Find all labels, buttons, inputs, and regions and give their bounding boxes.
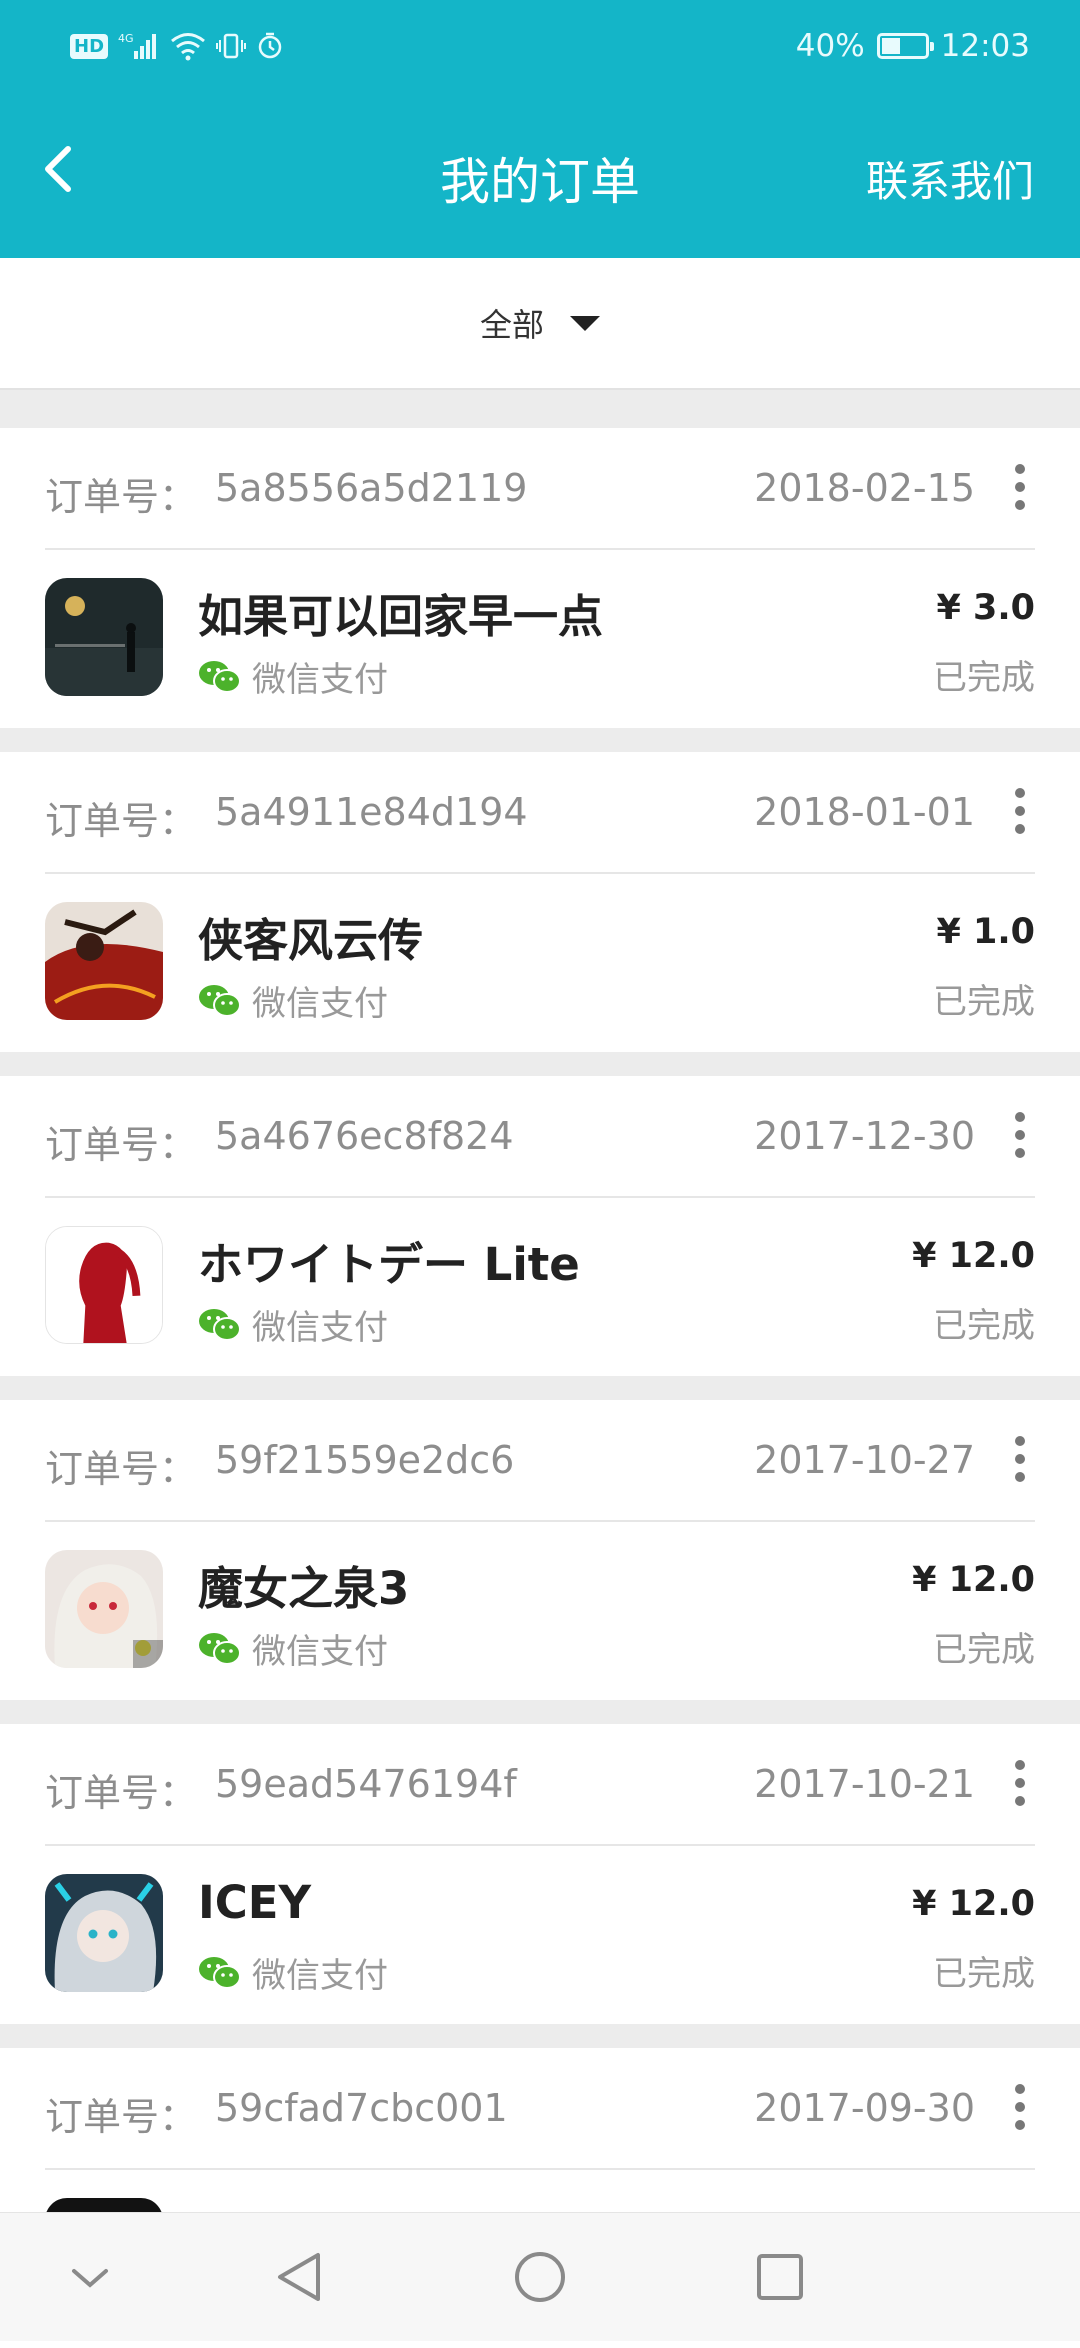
- wechat-pay-icon: [199, 984, 241, 1017]
- payment-method: 微信支付: [198, 976, 388, 1025]
- order-number: 5a8556a5d2119: [215, 466, 528, 510]
- order-header: 订单号： 59f21559e2dc6 2017-10-27: [45, 1400, 1035, 1522]
- more-options-icon[interactable]: [1013, 2084, 1027, 2130]
- order-number-label: 订单号：: [45, 475, 198, 519]
- nav-back-button[interactable]: [260, 2237, 340, 2317]
- payment-method: 微信支付: [198, 1624, 388, 1673]
- payment-label: 微信支付: [252, 1632, 388, 1672]
- order-card[interactable]: 订单号： 5a8556a5d2119 2018-02-15 如果可以回家早一点: [0, 428, 1080, 728]
- order-price: ¥ 1.0: [936, 912, 1035, 952]
- wifi-icon: [171, 33, 205, 61]
- more-options-icon[interactable]: [1013, 1112, 1027, 1158]
- app-icon: [45, 902, 163, 1020]
- order-header: 订单号： 5a4911e84d194 2018-01-01: [45, 752, 1035, 874]
- battery-percent: 40%: [795, 28, 865, 64]
- order-price: ¥ 12.0: [912, 1884, 1035, 1924]
- order-date: 2018-01-01: [754, 790, 975, 834]
- home-circle-icon: [515, 2252, 565, 2302]
- order-price: ¥ 3.0: [936, 588, 1035, 628]
- order-date: 2017-10-21: [754, 1762, 975, 1806]
- order-header: 订单号： 59ead5476194f 2017-10-21: [45, 1724, 1035, 1846]
- more-options-icon[interactable]: [1013, 788, 1027, 834]
- app-name: ICEY: [198, 1876, 312, 1929]
- filter-label: 全部: [479, 306, 544, 344]
- more-options-icon[interactable]: [1013, 1760, 1027, 1806]
- order-price: ¥ 12.0: [912, 1560, 1035, 1600]
- recents-button[interactable]: [740, 2237, 820, 2317]
- wechat-pay-icon: [199, 1632, 241, 1665]
- app-bar: 我的订单 联系我们: [0, 92, 1080, 258]
- order-card[interactable]: 订单号： 5a4911e84d194 2018-01-01 侠客风云传 微信支付: [0, 752, 1080, 1052]
- recents-square-icon: [757, 2254, 803, 2300]
- order-number-label: 订单号：: [45, 1771, 198, 1815]
- alarm-icon: [258, 32, 282, 59]
- payment-method: 微信支付: [198, 1948, 388, 1997]
- payment-label: 微信支付: [252, 984, 388, 1024]
- order-number: 5a4911e84d194: [215, 790, 528, 834]
- payment-label: 微信支付: [252, 1956, 388, 1996]
- order-number: 59f21559e2dc6: [215, 1438, 515, 1482]
- payment-method: 微信支付: [198, 1300, 388, 1349]
- order-card[interactable]: 订单号： 59f21559e2dc6 2017-10-27 魔女之泉3 微信支付…: [0, 1400, 1080, 1700]
- wechat-pay-icon: [199, 660, 241, 693]
- order-number: 59ead5476194f: [215, 1762, 517, 1806]
- vibrate-icon: [216, 33, 247, 59]
- order-number-label: 订单号：: [45, 2095, 198, 2139]
- payment-method: 微信支付: [198, 652, 388, 701]
- more-options-icon[interactable]: [1013, 1436, 1027, 1482]
- app-icon: [45, 1874, 163, 1992]
- order-header: 订单号： 59cfad7cbc001 2017-09-30: [45, 2048, 1035, 2170]
- app-name: 魔女之泉3: [198, 1562, 410, 1615]
- collapse-chevron-icon: [72, 2269, 108, 2288]
- order-number: 59cfad7cbc001: [215, 2086, 508, 2130]
- order-date: 2017-12-30: [754, 1114, 975, 1158]
- order-card[interactable]: 订单号： 5a4676ec8f824 2017-12-30 ホワイトデー Lit…: [0, 1076, 1080, 1376]
- order-status: 已完成: [933, 1954, 1035, 1994]
- wechat-pay-icon: [199, 1956, 241, 1989]
- battery-fill: [881, 38, 901, 54]
- clock: 12:03: [940, 28, 1030, 64]
- battery-icon: [876, 33, 934, 59]
- status-icons-right: 40% 12:03: [796, 26, 1030, 66]
- order-status: 已完成: [933, 1630, 1035, 1670]
- system-navigation-bar: [0, 2212, 1080, 2341]
- app-name: ホワイトデー Lite: [198, 1238, 580, 1291]
- order-price: ¥ 12.0: [912, 1236, 1035, 1276]
- svg-text:4G: 4G: [118, 32, 134, 45]
- order-number: 5a4676ec8f824: [215, 1114, 514, 1158]
- order-number-label: 订单号：: [45, 799, 198, 843]
- wechat-pay-icon: [199, 1308, 241, 1341]
- signal-icon: 4G: [118, 32, 157, 59]
- payment-label: 微信支付: [252, 1308, 388, 1348]
- order-date: 2018-02-15: [754, 466, 975, 510]
- order-number-label: 订单号：: [45, 1447, 198, 1491]
- app-name: 侠客风云传: [198, 914, 424, 967]
- order-status: 已完成: [933, 658, 1035, 698]
- order-status: 已完成: [933, 982, 1035, 1022]
- more-options-icon[interactable]: [1013, 464, 1027, 510]
- order-date: 2017-09-30: [754, 2086, 975, 2130]
- app-icon: [45, 1550, 163, 1668]
- hd-badge: HD: [70, 33, 109, 59]
- dropdown-triangle-icon: [570, 315, 600, 331]
- app-icon: [45, 578, 163, 696]
- payment-label: 微信支付: [252, 660, 388, 700]
- filter-dropdown[interactable]: 全部: [0, 258, 1080, 390]
- status-icons-left: HD 4G: [70, 26, 284, 66]
- collapse-button[interactable]: [50, 2237, 130, 2317]
- order-date: 2017-10-27: [754, 1438, 975, 1482]
- order-card[interactable]: 订单号： 59ead5476194f 2017-10-21 ICEY 微信支付: [0, 1724, 1080, 2024]
- app-name: 如果可以回家早一点: [198, 590, 604, 643]
- status-bar: HD 4G 40% 12:03: [0, 0, 1080, 92]
- order-status: 已完成: [933, 1306, 1035, 1346]
- home-button[interactable]: [500, 2237, 580, 2317]
- order-number-label: 订单号：: [45, 1123, 198, 1167]
- contact-us-button[interactable]: 联系我们: [866, 148, 1034, 209]
- order-header: 订单号： 5a4676ec8f824 2017-12-30: [45, 1076, 1035, 1198]
- back-triangle-icon: [278, 2253, 320, 2301]
- order-header: 订单号： 5a8556a5d2119 2018-02-15: [45, 428, 1035, 550]
- app-icon: [45, 1226, 163, 1344]
